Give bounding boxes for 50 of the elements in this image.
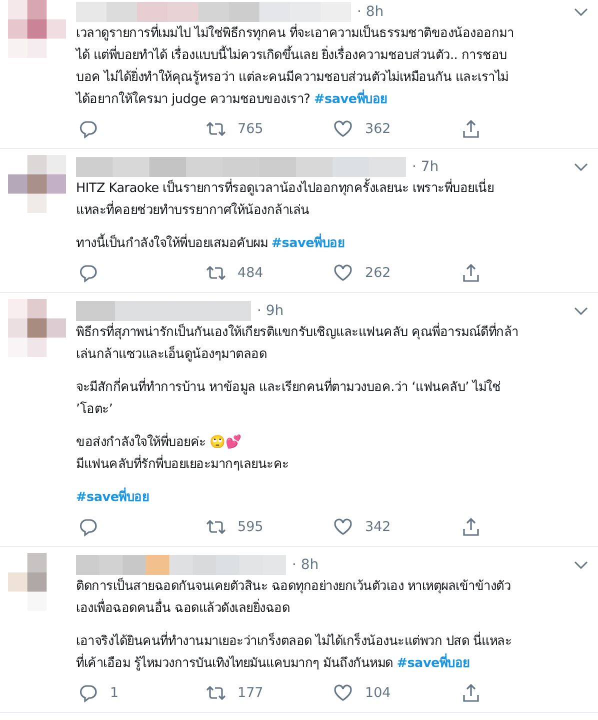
share-icon[interactable] bbox=[460, 682, 480, 702]
tweet-text: เล่นกล้าแซวและเอ็นดูน้องๆมาตลอด bbox=[76, 344, 266, 364]
caret-icon[interactable] bbox=[574, 560, 588, 568]
tweet-text: จะมีสักกี่คนที่ทำการบ้าน หาข้อมูล และเรียกคนที่ตามวงบอค.ว่า ‘แฟนคลับ’ ไม่ใช่ bbox=[76, 377, 501, 399]
tweet-time: · 9h bbox=[257, 302, 284, 318]
like-count: 262 bbox=[365, 264, 391, 280]
tweet-text: ได้ แต่พี่บอยทำได้ เรื่องแบบนี้ไม่ควรเกิดขึ้นเลย ยิ่งเรื่องความชอบส่วนตัว.. การชอบ bbox=[76, 45, 507, 67]
tweet-text: มีแฟนคลับที่รักพี่บอยเยอะมากๆเลยนะคะ bbox=[76, 454, 289, 476]
reply-icon[interactable] bbox=[78, 118, 98, 138]
hashtag-link[interactable]: #saveพี่บอย bbox=[271, 236, 344, 251]
caret-icon[interactable] bbox=[574, 306, 588, 314]
tweet-time: · 8h bbox=[292, 556, 319, 572]
tweet-text: ได้อยากให้ใครมา judge ความชอบของเรา? #saveพี่บอย bbox=[76, 89, 387, 111]
like-count: 362 bbox=[365, 120, 391, 136]
tweet-text: ขอส่งกำลังใจให้พี่บอยค่ะ 🙄💕 bbox=[76, 432, 242, 454]
retweet-count: 177 bbox=[238, 684, 264, 700]
retweet-count: 484 bbox=[238, 264, 264, 280]
tweet-text: แหละที่คอยช่วยทำบรรยากาศให้น้องกล้าเล่น bbox=[76, 200, 310, 222]
reply-icon[interactable] bbox=[78, 682, 98, 702]
caret-icon[interactable] bbox=[574, 162, 588, 170]
share-icon[interactable] bbox=[460, 516, 480, 536]
tweet-text: พิธีกรที่สุภาพน่ารักเป็นกันเองให้เกียรติแขกรับเชิญและแฟนคลับ คุณพี่อารมณ์ดีที่กล้า bbox=[76, 322, 518, 344]
reply-icon[interactable] bbox=[78, 262, 98, 282]
heart-icon[interactable] bbox=[333, 516, 353, 536]
heart-icon[interactable] bbox=[333, 262, 353, 282]
share-icon[interactable] bbox=[460, 262, 480, 282]
reply-icon[interactable] bbox=[78, 516, 98, 536]
tweet-text: บอค ไม่ได้ยิ่งทำให้คุณรู้หรอว่า แต่ละคนมีความชอบส่วนตัวไม่เหมือนกัน และเราไม่ bbox=[76, 67, 508, 89]
share-icon[interactable] bbox=[460, 118, 480, 138]
reply-count: 1 bbox=[110, 684, 119, 700]
tweet-text: ที่เค้าเอือม รู้ไหมวงการบันเทิงไทยมันแคบมากๆ มันถึงกันหมด #saveพี่บอย bbox=[76, 653, 470, 675]
tweet-text: ทางนี้เป็นกำลังใจให้พี่บอยเสมอคับผม #saveพี่บอย bbox=[76, 233, 344, 255]
hashtag-link[interactable]: #saveพี่บอย bbox=[76, 487, 149, 509]
tweet-text: เวลาดูรายการที่เมมไป ไม่ใช่พิธีกรทุกคน ที่จะเอาความเป็นธรรมชาติของน้องออกมา bbox=[76, 23, 514, 45]
like-count: 342 bbox=[365, 518, 391, 534]
hashtag-link[interactable]: #saveพี่บอย bbox=[314, 92, 387, 107]
tweet-text: ’โอตะ’ bbox=[76, 400, 113, 419]
tweet-time: · 7h bbox=[412, 158, 439, 174]
tweet-text: เองเพื่อฉอดคนอื่น ฉอดแล้วดังเลยยิ่งฉอด bbox=[76, 598, 290, 620]
tweet-text: เอาจริงได้ยินคนที่ทำงานมาเยอะว่าเกร็งตลอด ไม่ได้เกร็งน้องนะแต่พวก ปสด นี่แหละ bbox=[76, 631, 512, 653]
hashtag-link[interactable]: #saveพี่บอย bbox=[396, 656, 470, 671]
like-count: 104 bbox=[365, 684, 391, 700]
heart-icon[interactable] bbox=[333, 118, 353, 138]
tweet-time: · 8h bbox=[357, 4, 384, 20]
tweet-text: ติดการเป็นสายฉอดกันจนเคยตัวสินะ ฉอดทุกอย่างยกเว้นตัวเอง หาเหตุผลเข้าข้างตัว bbox=[76, 576, 511, 596]
tweet-text: HITZ Karaoke เป็นรายการที่รอดูเวลาน้องไปออกทุกครั้งเลยนะ เพราะพี่บอยเนี่ย bbox=[76, 178, 494, 200]
retweet-count: 765 bbox=[238, 120, 264, 136]
retweet-count: 595 bbox=[238, 518, 264, 534]
heart-icon[interactable] bbox=[333, 682, 353, 702]
caret-icon[interactable] bbox=[574, 8, 588, 16]
